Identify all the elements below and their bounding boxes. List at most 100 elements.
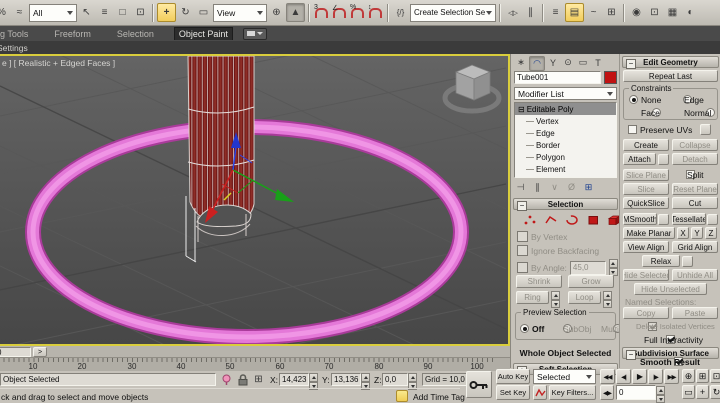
msmooth-settings-button[interactable] <box>658 214 669 225</box>
zoom-all-icon[interactable]: ⊞ <box>696 369 709 383</box>
frame-spinner[interactable] <box>656 386 665 403</box>
rect-selection-region-icon[interactable]: □ <box>114 4 131 21</box>
spinner-snap-icon[interactable]: ↕ <box>367 4 384 21</box>
window-crossing-icon[interactable]: ⊡ <box>132 4 149 21</box>
object-color-swatch[interactable] <box>604 71 617 84</box>
zoom-region-icon[interactable]: ▭ <box>682 385 695 399</box>
isolate-selection-icon[interactable] <box>221 374 232 385</box>
attach-settings-button[interactable] <box>658 154 669 165</box>
attach-button[interactable]: Attach <box>623 153 656 165</box>
grid-align-button[interactable]: Grid Align <box>672 241 718 253</box>
render-production-icon[interactable]: ◐ <box>682 4 699 21</box>
create-button[interactable]: Create <box>623 139 669 151</box>
select-object-icon[interactable]: ↖ <box>78 4 95 21</box>
bind-spacewarp-icon[interactable]: ≈ <box>11 4 28 21</box>
stack-item-vertex[interactable]: Vertex <box>515 115 616 127</box>
z-coordinate-field[interactable]: 0,0 <box>382 373 408 386</box>
tab-utilities-icon[interactable]: T <box>591 56 605 69</box>
viewcube[interactable] <box>445 65 499 111</box>
stack-item-polygon[interactable]: Polygon <box>515 151 616 163</box>
polygon-subobject-icon[interactable] <box>586 214 600 226</box>
default-in-out-tangent-icon[interactable] <box>533 385 547 400</box>
reference-coordinate-dropdown[interactable]: View <box>213 4 267 22</box>
ribbon-panel-title[interactable]: Settings <box>0 43 28 53</box>
tab-modify-icon[interactable]: ◠ <box>529 56 545 71</box>
modifier-list-dropdown[interactable]: Modifier List <box>514 87 617 100</box>
play-button[interactable]: ▶ <box>632 369 647 384</box>
repeat-last-button[interactable]: Repeat Last <box>623 70 718 82</box>
stack-item-edge[interactable]: Edge <box>515 127 616 139</box>
material-editor-icon[interactable]: ◉ <box>628 4 645 21</box>
y-coordinate-field[interactable]: 13,136 <box>331 373 361 386</box>
cut-button[interactable]: Cut <box>672 197 718 209</box>
current-frame-field[interactable]: 0 <box>616 385 656 400</box>
mirror-icon[interactable]: ◁▷ <box>504 4 521 21</box>
time-slider-handle[interactable]: > <box>33 347 47 357</box>
tab-motion-icon[interactable]: ⊙ <box>561 56 575 69</box>
vertex-subobject-icon[interactable] <box>523 214 537 226</box>
tab-create-icon[interactable]: ∗ <box>514 56 528 69</box>
named-selection-set-dropdown[interactable]: Create Selection Se <box>410 4 496 22</box>
perspective-viewport[interactable]: e ] [ Realistic + Edged Faces ] <box>0 54 510 346</box>
border-subobject-icon[interactable] <box>565 214 579 226</box>
stack-item-border[interactable]: Border <box>515 139 616 151</box>
select-and-link-icon[interactable]: % <box>0 4 10 21</box>
select-by-name-icon[interactable]: ≡ <box>96 4 113 21</box>
expand-icon[interactable]: ⊟ <box>518 105 525 114</box>
schematic-view-icon[interactable]: ⊞ <box>603 4 620 21</box>
next-frame-button[interactable]: |▶ <box>648 369 663 384</box>
gizmo-y-arrow[interactable] <box>275 189 294 202</box>
align-icon[interactable]: ∥ <box>522 4 539 21</box>
ribbon-tab-object-paint[interactable]: Object Paint <box>174 27 233 40</box>
stack-item-editable-poly[interactable]: ⊟ Editable Poly <box>515 103 616 115</box>
go-to-end-button[interactable]: ▶▶ <box>664 369 679 384</box>
curve-editor-icon[interactable]: ~ <box>585 4 602 21</box>
ribbon-toggle-icon[interactable]: ▤ <box>565 3 584 22</box>
add-time-tag-label[interactable]: Add Time Tag <box>413 392 465 402</box>
modifier-stack[interactable]: ⊟ Editable Poly Vertex Edge Border Polyg… <box>514 102 617 178</box>
planar-x-button[interactable]: X <box>677 227 689 239</box>
time-tag-icon[interactable] <box>396 390 408 402</box>
key-mode-toggle-button[interactable]: ◀▶ <box>600 385 614 400</box>
select-and-scale-icon[interactable]: ▭ <box>195 4 212 21</box>
layer-manager-icon[interactable]: ≡ <box>547 4 564 21</box>
set-key-button[interactable]: Set Key <box>496 385 530 400</box>
tab-hierarchy-icon[interactable]: Y <box>546 56 560 69</box>
pin-stack-icon[interactable]: ⊣ <box>514 181 527 193</box>
time-slider-frame-field[interactable]: 0 <box>0 347 31 357</box>
time-slider[interactable]: 0 > <box>0 346 510 358</box>
pan-view-icon[interactable]: + <box>696 385 709 399</box>
object-name-field[interactable]: Tube001 <box>514 71 601 84</box>
key-filters-button[interactable]: Key Filters... <box>549 385 596 400</box>
x-coordinate-field[interactable]: 14,423 <box>279 373 309 386</box>
ribbon-tab-modeling-tools[interactable]: g Tools <box>0 28 32 40</box>
ribbon-minimize-button[interactable] <box>243 28 267 40</box>
planar-z-button[interactable]: Z <box>705 227 717 239</box>
relax-button[interactable]: Relax <box>642 255 680 267</box>
go-to-start-button[interactable]: ◀◀ <box>600 369 615 384</box>
view-align-button[interactable]: View Align <box>623 241 669 253</box>
viewport-canvas[interactable] <box>0 56 508 344</box>
collapse-icon[interactable]: − <box>626 59 636 69</box>
use-center-icon[interactable]: ⊕ <box>268 4 285 21</box>
zoom-extents-icon[interactable]: ⊡ <box>710 369 720 383</box>
track-bar[interactable]: 10 20 30 40 50 60 70 80 90 100 <box>0 358 510 371</box>
relax-settings-button[interactable] <box>682 256 693 267</box>
snap-toggle-3d-icon[interactable]: 3 <box>313 4 330 21</box>
quickslice-button[interactable]: QuickSlice <box>623 197 669 209</box>
tessellate-button[interactable]: Tessellate <box>672 213 706 225</box>
viewport-label[interactable]: e ] [ Realistic + Edged Faces ] <box>2 58 115 68</box>
show-end-result-icon[interactable]: ∥ <box>531 181 544 193</box>
edit-named-sets-icon[interactable]: {/} <box>392 4 409 21</box>
selection-lock-icon[interactable] <box>237 374 249 385</box>
tab-display-icon[interactable]: ▭ <box>576 56 590 69</box>
keyboard-override-icon[interactable]: ▲ <box>286 3 305 22</box>
orbit-icon[interactable]: ↻ <box>710 385 720 399</box>
collapse-icon[interactable]: − <box>517 201 527 211</box>
preserve-uvs-checkbox[interactable] <box>628 125 637 134</box>
preserve-uvs-settings-button[interactable] <box>700 124 711 135</box>
edit-geometry-rollout-header[interactable]: − Edit Geometry <box>622 56 719 68</box>
render-setup-icon[interactable]: ⊡ <box>646 4 663 21</box>
select-and-rotate-icon[interactable]: ↻ <box>177 4 194 21</box>
transform-typein-toggle-icon[interactable]: ⊞ <box>252 373 265 386</box>
